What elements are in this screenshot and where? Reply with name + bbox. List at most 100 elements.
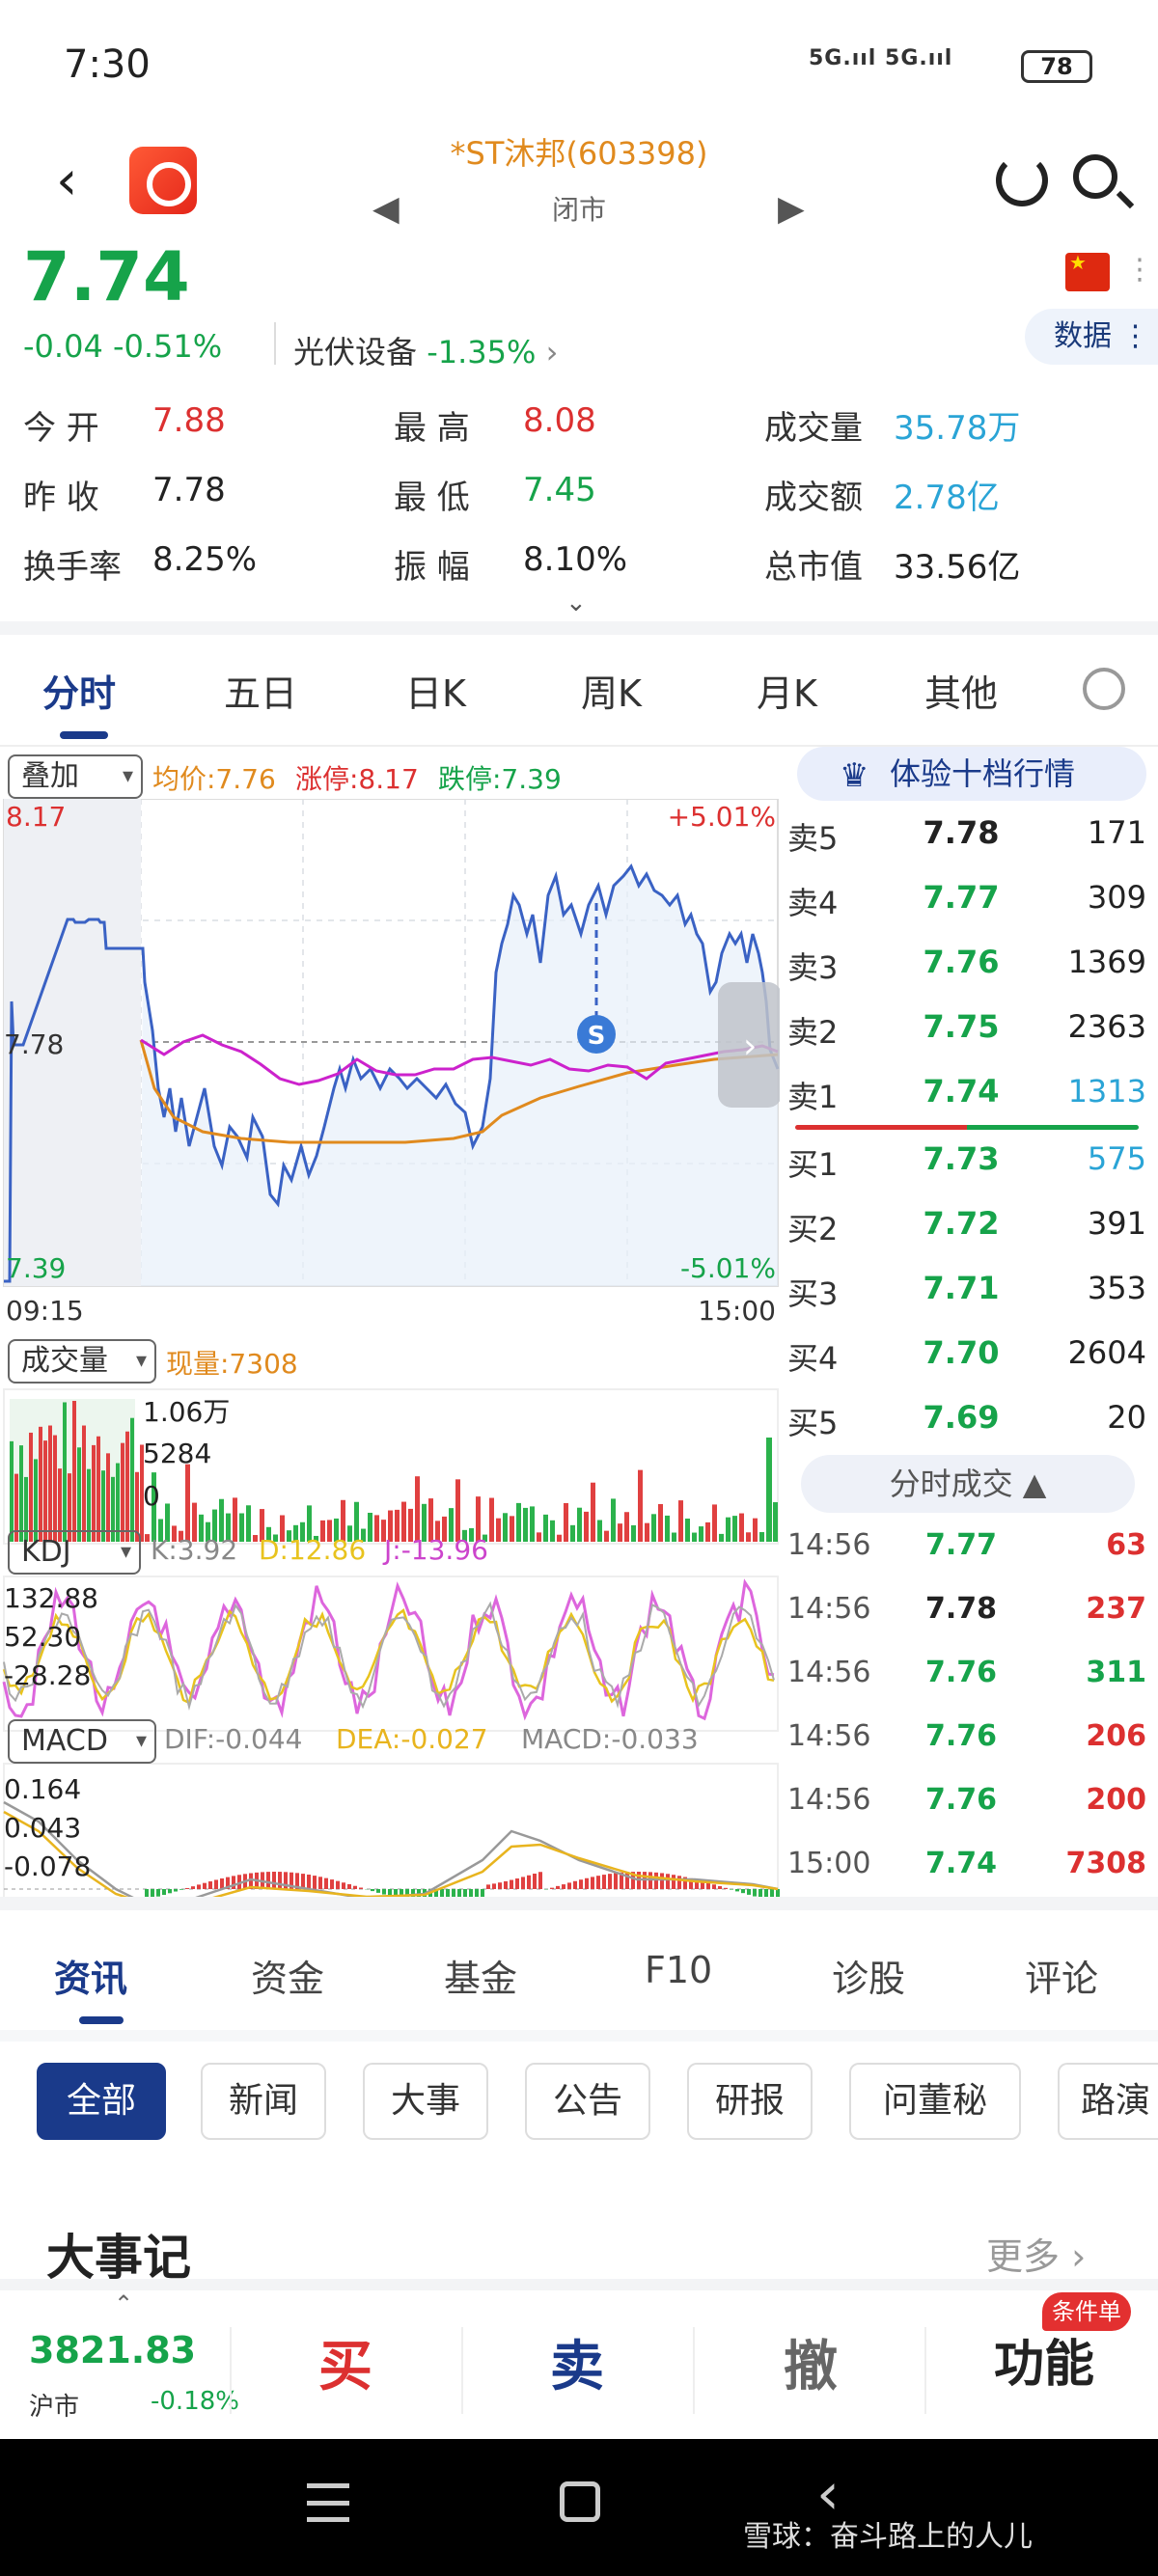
- volume-bar: [185, 1464, 190, 1542]
- macd-select[interactable]: MACD: [8, 1719, 156, 1764]
- macd-bar: [753, 1889, 757, 1897]
- bid-label: 买5: [787, 1405, 839, 1441]
- price-area: [141, 866, 778, 1286]
- macd-bar: [730, 1889, 733, 1890]
- kdj-select[interactable]: KDJ: [8, 1530, 141, 1575]
- ask-volume: 171: [1087, 814, 1146, 851]
- tab-capital[interactable]: 资金: [251, 1949, 324, 2002]
- volume-bar: [253, 1535, 258, 1542]
- macd-bar: [185, 1887, 189, 1889]
- volume-select[interactable]: 成交量: [8, 1339, 156, 1384]
- sector-link[interactable]: 光伏设备 -1.35% ›: [293, 328, 558, 372]
- macd-bar: [307, 1875, 311, 1889]
- bid-price: 7.72: [923, 1205, 1000, 1242]
- overlay-select[interactable]: 叠加: [8, 754, 143, 799]
- bid-row[interactable]: 买5 7.69 20: [787, 1389, 1154, 1453]
- volume-bar: [577, 1507, 582, 1542]
- chevron-down-icon[interactable]: ⌄: [565, 589, 587, 617]
- next-stock-icon[interactable]: ▶: [778, 189, 805, 229]
- tab-f10[interactable]: F10: [645, 1949, 712, 1991]
- macd-bar: [718, 1886, 722, 1889]
- macd-bar: [706, 1882, 710, 1889]
- tab-daily-k[interactable]: 日K: [405, 664, 466, 717]
- volume-bar: [645, 1522, 649, 1542]
- chevron-up-icon[interactable]: ⌃: [114, 2290, 133, 2317]
- bid-row[interactable]: 买1 7.73 575: [787, 1131, 1154, 1194]
- macd-bar: [596, 1876, 600, 1889]
- volume-bar: [624, 1512, 629, 1542]
- ask-volume: 1313: [1067, 1073, 1146, 1110]
- macd-bar: [614, 1873, 618, 1889]
- app-logo: [129, 147, 197, 214]
- ask-label: 卖3: [787, 949, 839, 986]
- trade-volume: 7308: [1065, 1847, 1147, 1880]
- trade-time: 15:00: [787, 1847, 871, 1880]
- macd-bar: [347, 1883, 351, 1889]
- macd-bar: [510, 1879, 513, 1889]
- trade-row: 14:56 7.77 63: [787, 1519, 1154, 1582]
- tab-intraday[interactable]: 分时: [42, 664, 116, 717]
- macd-bar: [272, 1872, 276, 1889]
- macd-bar: [342, 1882, 345, 1889]
- bottom-price-label: 7.39: [6, 1252, 66, 1284]
- index-value[interactable]: 3821.83: [29, 2329, 196, 2371]
- chip-news[interactable]: 新闻: [201, 2063, 326, 2140]
- macd-bar: [498, 1882, 502, 1889]
- macd-bar: [156, 1889, 160, 1897]
- tick-trades-toggle[interactable]: 分时成交 ▲: [801, 1455, 1135, 1513]
- ask-row[interactable]: 卖3 7.76 1369: [787, 934, 1154, 998]
- functions-button[interactable]: 功能: [994, 2323, 1094, 2396]
- cancel-order-button[interactable]: 撤: [784, 2323, 838, 2401]
- data-button[interactable]: 数据 ⋮: [1025, 309, 1158, 365]
- ask-row[interactable]: 卖5 7.78 171: [787, 805, 1154, 868]
- macd-bar: [654, 1872, 658, 1889]
- tab-diagnosis[interactable]: 诊股: [832, 1949, 905, 2002]
- back-icon[interactable]: ‹: [56, 152, 95, 210]
- tab-five-day[interactable]: 五日: [224, 664, 297, 717]
- tab-monthly-k[interactable]: 月K: [757, 664, 817, 717]
- more-events-link[interactable]: 更多 ›: [986, 2227, 1086, 2280]
- sell-button[interactable]: 卖: [550, 2323, 604, 2401]
- volume-bar: [658, 1503, 663, 1542]
- chip-all[interactable]: 全部: [37, 2063, 166, 2140]
- ask-row[interactable]: 卖1 7.74 1313: [787, 1063, 1154, 1127]
- tab-other[interactable]: 其他: [924, 664, 998, 717]
- trade-time: 14:56: [787, 1719, 871, 1753]
- tab-news[interactable]: 资讯: [54, 1949, 127, 2002]
- bid-volume: 353: [1087, 1270, 1146, 1306]
- bid-row[interactable]: 买2 7.72 391: [787, 1195, 1154, 1259]
- buy-button[interactable]: 买: [318, 2323, 372, 2401]
- kdj-frame: [3, 1576, 779, 1732]
- volume-bar: [591, 1482, 595, 1542]
- bid-row[interactable]: 买4 7.70 2604: [787, 1325, 1154, 1388]
- ask-row[interactable]: 卖4 7.77 309: [787, 869, 1154, 933]
- home-icon[interactable]: [560, 2481, 600, 2522]
- bid-row[interactable]: 买3 7.71 353: [787, 1260, 1154, 1324]
- volume-bar: [699, 1526, 703, 1542]
- ask-label: 卖5: [787, 820, 839, 857]
- volume-bar: [19, 1445, 23, 1542]
- macd-bar: [591, 1877, 594, 1889]
- chip-ask-secretary[interactable]: 问董秘: [849, 2063, 1021, 2140]
- search-icon[interactable]: [1073, 154, 1117, 199]
- gear-icon[interactable]: [1083, 668, 1125, 710]
- chip-roadshow[interactable]: 路演: [1058, 2063, 1158, 2140]
- chip-events[interactable]: 大事: [363, 2063, 488, 2140]
- volume-bar: [415, 1476, 420, 1542]
- macd-bar: [712, 1884, 716, 1889]
- chip-announcements[interactable]: 公告: [525, 2063, 650, 2140]
- menu-icon[interactable]: [307, 2483, 349, 2522]
- tab-weekly-k[interactable]: 周K: [581, 664, 642, 717]
- tab-comments[interactable]: 评论: [1025, 1949, 1098, 2002]
- macd-bar: [521, 1877, 525, 1889]
- amount-value: 2.78亿: [894, 479, 1000, 517]
- refresh-icon[interactable]: [996, 154, 1048, 206]
- tab-fund[interactable]: 基金: [444, 1949, 517, 2002]
- chip-research[interactable]: 研报: [687, 2063, 813, 2140]
- more-icon[interactable]: ⋮: [1125, 253, 1154, 287]
- bid-label: 买2: [787, 1211, 839, 1247]
- amplitude-value: 8.10%: [523, 540, 628, 579]
- ask-row[interactable]: 卖2 7.75 2363: [787, 999, 1154, 1062]
- volume-bar: [77, 1447, 81, 1542]
- macd-bar: [504, 1880, 508, 1889]
